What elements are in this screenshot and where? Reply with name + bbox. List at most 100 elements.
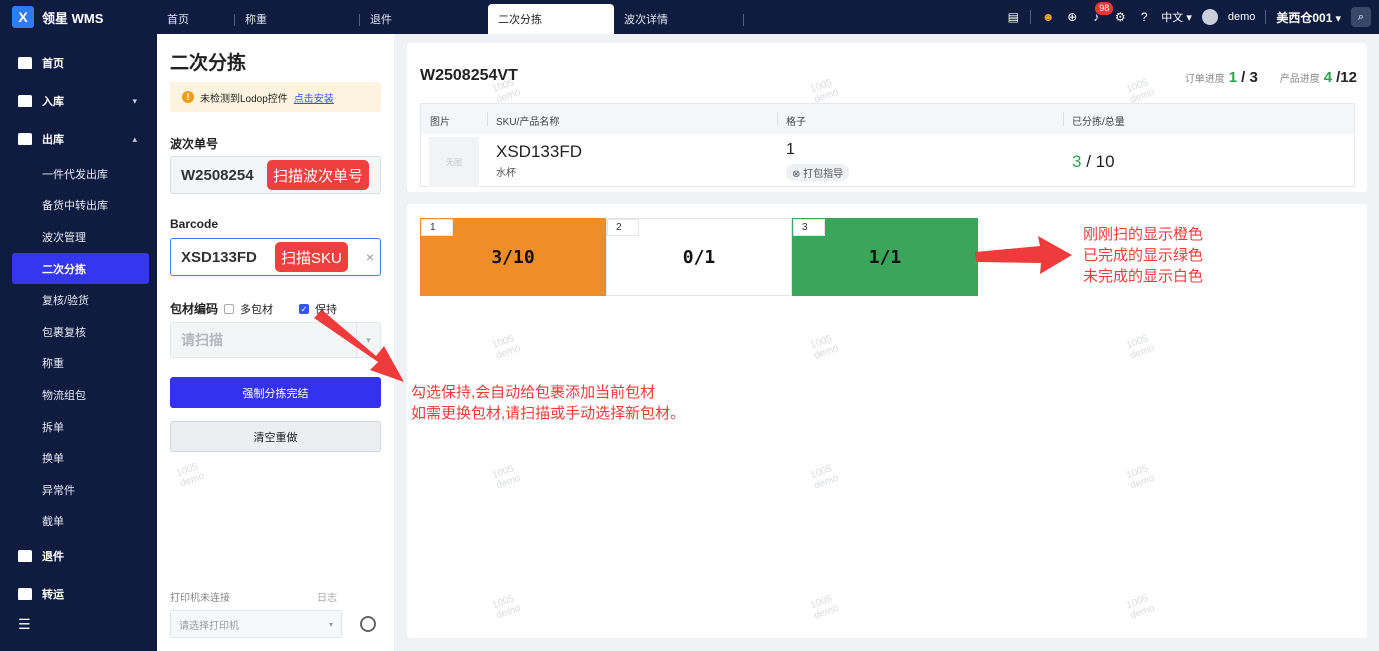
download-icon[interactable]: ⊕ (1065, 10, 1079, 24)
slot-box-value: 1/1 (868, 246, 902, 268)
multi-package-label: 多包材 (240, 303, 274, 316)
slot-box[interactable]: 1 3/10 (420, 218, 606, 296)
order-progress-total: / 3 (1241, 69, 1258, 86)
slot-box-number: 2 (607, 219, 639, 236)
sidebar-subitem-exception[interactable]: 异常件 (0, 474, 157, 506)
sidebar-item-transfer[interactable]: 转运 (0, 575, 157, 613)
order-progress-done: 1 (1228, 69, 1238, 86)
brand[interactable]: X 领星 WMS (0, 0, 157, 34)
table-row[interactable]: 无图 XSD133FD 水杯 1 ⊗ 打包指导 3 / 10 (421, 134, 1354, 188)
package-label: 包材编码 (170, 302, 219, 316)
info-icon: ⊗ (792, 169, 804, 180)
chevron-down-icon: ▾ (328, 619, 333, 629)
sidebar-subitem-stock-transfer[interactable]: 备货中转出库 (0, 190, 157, 222)
sidebar-item-home[interactable]: 首页 (0, 44, 157, 82)
sidebar-subitem-change[interactable]: 换单 (0, 442, 157, 474)
chevron-down-icon: ▾ (1186, 12, 1192, 24)
sidebar-subitem-dropship[interactable]: 一件代发出库 (0, 158, 157, 190)
sidebar-item-label: 退件 (42, 551, 64, 564)
column-divider (1063, 112, 1064, 126)
user-name[interactable]: demo (1228, 11, 1256, 23)
gear-icon[interactable] (360, 616, 376, 632)
tab-secondary-sort[interactable]: 二次分拣 (488, 4, 614, 34)
language-selector[interactable]: 中文 ▾ (1161, 9, 1192, 25)
multi-package-checkbox[interactable] (224, 303, 235, 314)
tab-wave-detail[interactable]: 波次详情 (614, 4, 744, 34)
slot-box[interactable]: 3 1/1 (792, 218, 978, 296)
sku-table: 图片 SKU/产品名称 格子 已分拣/总量 无图 XSD133FD 水杯 1 ⊗… (420, 103, 1355, 187)
tab-weigh[interactable]: 称重 (235, 4, 360, 34)
product-name: 水杯 (496, 168, 516, 179)
clear-icon[interactable]: × (366, 249, 374, 265)
chevron-down-icon: ▾ (356, 323, 380, 357)
help-icon[interactable]: ? (1137, 10, 1151, 24)
column-divider (777, 112, 778, 126)
chevron-down-icon: ▾ (1335, 12, 1341, 25)
annotation-scan-wave: 扫描波次单号 (267, 160, 370, 190)
sidebar-subitem-weigh[interactable]: 称重 (0, 348, 157, 380)
menu-collapse-icon[interactable]: ☰ (18, 616, 31, 633)
warehouse-selector[interactable]: 美西仓001 ▾ (1276, 9, 1341, 26)
sidebar-item-returns[interactable]: 退件 (0, 537, 157, 575)
sidebar-subitem-split[interactable]: 拆单 (0, 411, 157, 443)
product-thumbnail: 无图 (429, 137, 479, 187)
settings-icon[interactable]: ⚙ (1113, 10, 1127, 24)
chevron-up-icon: ▴ (132, 133, 137, 144)
lodop-install-link[interactable]: 点击安装 (294, 90, 334, 105)
sidebar-item-label: 首页 (42, 58, 64, 70)
bell-icon[interactable]: ♪ 98 (1089, 2, 1114, 24)
sorted-total: / 10 (1081, 152, 1115, 171)
warehouse-name: 美西仓001 (1276, 10, 1333, 25)
force-complete-button[interactable]: 强制分拣完结 (170, 377, 381, 408)
printer-select-placeholder: 请选择打印机 (179, 620, 239, 632)
sidebar-subitem-package-review[interactable]: 包裹复核 (0, 316, 157, 348)
divider (1030, 10, 1032, 24)
pack-guide-button[interactable]: ⊗ 打包指导 (786, 164, 850, 181)
log-link[interactable]: 日志 (317, 589, 337, 604)
print-icon[interactable]: ▤ (1006, 10, 1020, 24)
brand-name: 领星 WMS (42, 10, 104, 26)
sidebar-item-outbound[interactable]: 出库 ▴ (0, 120, 157, 158)
sidebar-subitem-secondary-sort[interactable]: 二次分拣 (12, 252, 149, 285)
sidebar-subitem-logistics[interactable]: 物流组包 (0, 379, 157, 411)
keep-checkbox[interactable]: ✓ (299, 303, 310, 314)
product-progress-total: /12 (1336, 69, 1357, 86)
table-header: 图片 SKU/产品名称 格子 已分拣/总量 (421, 104, 1354, 134)
slot-grid: 1 3/10 2 0/1 3 1/1 (420, 218, 978, 296)
tab-returns[interactable]: 退件 (360, 4, 488, 34)
annotation-keep-note-line: 如需更换包材,请扫描或手动选择新包材。 (411, 405, 686, 422)
divider (1265, 10, 1267, 24)
tab-home[interactable]: 首页 (157, 4, 235, 34)
robot-icon[interactable]: ☻ (1041, 10, 1055, 24)
slot-number: 1 (786, 141, 795, 158)
wave-number: W2508254VT (420, 67, 518, 84)
page-tabs: 首页 称重 退件 二次分拣 波次详情 (157, 0, 744, 34)
page-title: 二次分拣 (170, 53, 247, 74)
annotation-color-note-line: 刚刚扫的显示橙色 (1083, 226, 1204, 243)
column-header-image: 图片 (430, 117, 450, 128)
progress-summary: 订单进度 1 / 3 产品进度 4 /12 (1185, 69, 1357, 86)
printer-select[interactable]: 请选择打印机 ▾ (170, 610, 342, 638)
package-select[interactable]: 请扫描 ▾ (170, 322, 381, 358)
sku-code: XSD133FD (496, 142, 582, 161)
top-right-tools: ▤ ☻ ⊕ ♪ 98 ⚙ ? 中文 ▾ demo 美西仓001 ▾ ⌕ (1006, 0, 1379, 34)
sorted-count: 3 / 10 (1072, 152, 1115, 172)
notification-badge: 98 (1095, 2, 1114, 15)
search-icon[interactable]: ⌕ (1351, 7, 1371, 27)
lodop-warning: ! 未检测到Lodop控件 点击安装 (170, 82, 381, 112)
sidebar-item-label: 转运 (42, 589, 64, 602)
sidebar-subitem-intercept[interactable]: 截单 (0, 506, 157, 538)
clear-redo-button[interactable]: 清空重做 (170, 421, 381, 452)
sidebar-item-inbound[interactable]: 入库 ▾ (0, 82, 157, 120)
avatar[interactable] (1201, 9, 1218, 25)
annotation-color-note: 刚刚扫的显示橙色 已完成的显示绿色 未完成的显示白色 (1083, 224, 1203, 287)
sidebar-subitem-review[interactable]: 复核/验货 (0, 284, 157, 316)
pack-guide-label: 打包指导 (803, 169, 844, 180)
column-header-sku: SKU/产品名称 (496, 117, 560, 128)
wave-label: 波次单号 (170, 137, 219, 151)
sidebar-subitem-wave-manage[interactable]: 波次管理 (0, 221, 157, 253)
sidebar: 首页 入库 ▾ 出库 ▴ 一件代发出库 备货中转出库 波次管理 二次分拣 复核/… (0, 34, 157, 651)
printer-status: 打印机未连接 (170, 593, 230, 604)
column-header-sorted: 已分拣/总量 (1072, 117, 1125, 128)
slot-box[interactable]: 2 0/1 (606, 218, 792, 296)
